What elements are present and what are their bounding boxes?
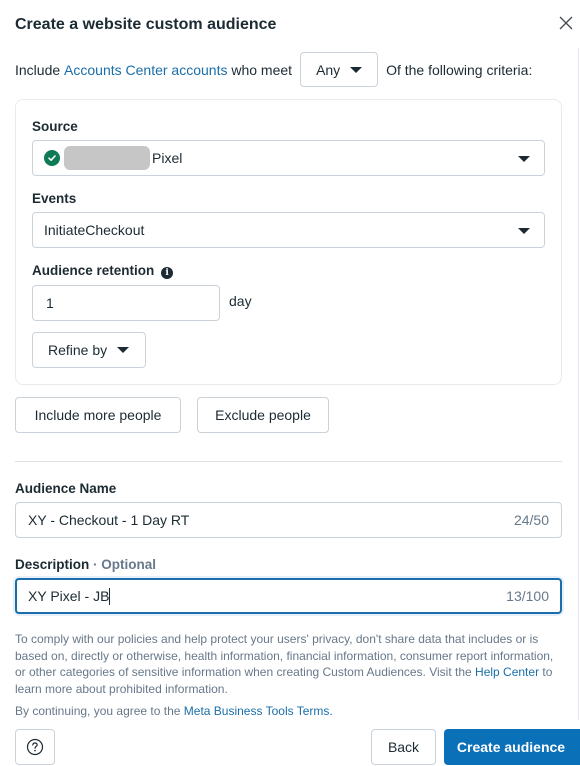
terms-text: By continuing, you agree to the (15, 704, 184, 718)
optional-tag: · Optional (93, 557, 157, 572)
help-icon (26, 738, 44, 756)
events-label: Events (32, 191, 77, 206)
create-audience-dialog: Create a website custom audience Include… (0, 0, 580, 766)
scrollbar[interactable] (578, 48, 579, 720)
retention-value: 1 (46, 295, 54, 311)
description-label: Description (15, 557, 90, 572)
privacy-notice-text: To comply with our policies and help pro… (15, 632, 554, 679)
audience-name-value: XY - Checkout - 1 Day RT (28, 512, 190, 528)
caret-down-icon (518, 228, 530, 234)
exclude-people-button[interactable]: Exclude people (197, 397, 329, 433)
caret-down-icon (117, 347, 130, 353)
section-divider (15, 461, 562, 462)
refine-by-label: Refine by (48, 342, 108, 358)
refine-by-button[interactable]: Refine by (32, 332, 146, 368)
close-button[interactable] (555, 12, 577, 34)
description-value: XY Pixel - JB (28, 588, 110, 604)
caret-down-icon (518, 156, 530, 162)
events-select[interactable]: InitiateCheckout (32, 212, 545, 248)
retention-days-input[interactable]: 1 (32, 285, 220, 321)
create-audience-button[interactable]: Create audience (444, 729, 580, 765)
retention-label: Audience retention (32, 263, 155, 278)
help-button[interactable] (15, 729, 55, 765)
redacted-pixel-name (64, 146, 150, 170)
audience-name-input[interactable]: XY - Checkout - 1 Day RT 24/50 (15, 502, 562, 538)
caret-down-icon (350, 66, 363, 73)
include-suffix: Of the following criteria: (386, 61, 533, 78)
retention-label-wrap: Audience retention i (32, 263, 174, 279)
privacy-notice: To comply with our policies and help pro… (15, 631, 563, 697)
dialog-header: Create a website custom audience (15, 16, 580, 36)
retention-unit: day (229, 293, 252, 309)
description-counter: 13/100 (506, 588, 549, 604)
accounts-center-link[interactable]: Accounts Center accounts (64, 62, 227, 78)
include-prefix: Include (15, 61, 61, 78)
info-icon[interactable]: i (161, 267, 174, 279)
check-circle-icon (44, 150, 60, 166)
dialog-footer: Back Create audience (0, 720, 580, 766)
criteria-card: Source Pixel Events InitiateCheckout Aud… (15, 99, 562, 385)
audience-name-counter: 24/50 (513, 512, 549, 528)
description-input[interactable]: XY Pixel - JB 13/100 (15, 578, 562, 614)
events-value: InitiateCheckout (44, 222, 145, 238)
close-icon (559, 16, 573, 30)
text-cursor (109, 587, 111, 605)
include-middle: who meet (231, 61, 293, 78)
help-center-link[interactable]: Help Center (475, 665, 539, 679)
audience-name-label: Audience Name (15, 481, 117, 496)
back-button[interactable]: Back (371, 729, 436, 765)
terms-notice: By continuing, you agree to the Meta Bus… (15, 704, 333, 718)
business-tools-terms-link[interactable]: Meta Business Tools Terms. (184, 704, 333, 718)
source-select[interactable]: Pixel (32, 140, 545, 176)
include-criteria-row: Include Accounts Center accounts who mee… (15, 52, 532, 87)
match-type-value: Any (316, 61, 341, 78)
dialog-title: Create a website custom audience (15, 16, 277, 33)
match-type-select[interactable]: Any (300, 52, 379, 87)
source-label: Source (32, 119, 78, 134)
include-more-people-button[interactable]: Include more people (15, 397, 181, 433)
source-value: Pixel (152, 150, 183, 166)
description-label-wrap: Description · Optional (15, 557, 156, 572)
